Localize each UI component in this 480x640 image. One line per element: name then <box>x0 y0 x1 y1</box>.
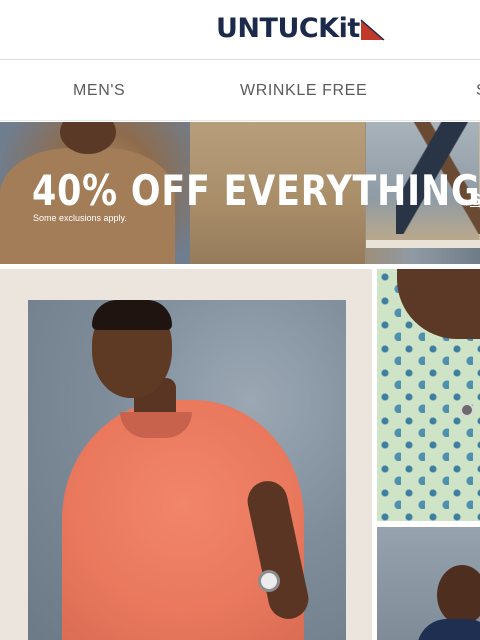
head-shape-side <box>437 565 480 625</box>
hair-shape <box>92 300 172 330</box>
product-tile-navy-shirt[interactable] <box>377 527 480 640</box>
navy-shirt-shape <box>417 619 480 640</box>
product-photo-man-coral-shirt[interactable] <box>28 300 346 640</box>
nav-item-mens[interactable]: MEN'S <box>73 82 125 100</box>
promo-banner[interactable]: 40% OFF EVERYTHING Some exclusions apply… <box>0 122 480 264</box>
promo-disclaimer: Some exclusions apply. <box>33 213 127 223</box>
nav-item-wrinkle-free[interactable]: WRINKLE FREE <box>240 82 367 100</box>
product-tile-leaf-print-shirt[interactable] <box>377 269 480 521</box>
nav-item-partial[interactable]: S <box>476 82 480 100</box>
site-header: UNTUCKit <box>0 0 480 60</box>
category-nav: MEN'S WRINKLE FREE S <box>0 61 480 121</box>
promo-title: 40% OFF EVERYTHING <box>32 166 480 215</box>
logo-mark-icon <box>360 19 385 41</box>
hero-frame-edge <box>366 240 480 248</box>
watch-icon <box>258 570 280 592</box>
shirt-button-detail <box>460 403 474 417</box>
promo-shop-link[interactable]: S <box>470 190 480 210</box>
logo-text: UNTUCKit <box>216 12 360 44</box>
product-tile-main[interactable] <box>0 269 372 640</box>
neck-shape-side <box>397 269 480 339</box>
untuckit-logo[interactable]: UNTUCKit <box>216 12 386 44</box>
